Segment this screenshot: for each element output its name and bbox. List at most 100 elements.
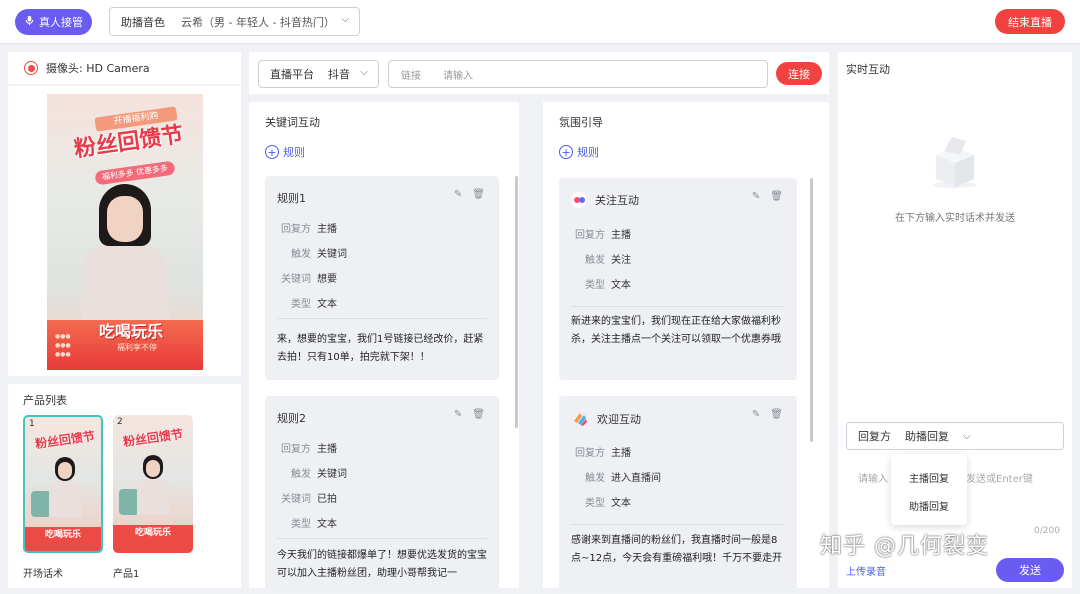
empty-box-icon: [926, 129, 984, 189]
product-label: 开场话术: [23, 569, 63, 580]
product-mini-title: 粉丝回馈节: [122, 426, 184, 450]
product-card[interactable]: 2 粉丝回馈节 吃喝玩乐: [113, 415, 193, 553]
preview-title: 粉丝回馈节: [72, 121, 185, 163]
dropdown-option[interactable]: 主播回复: [891, 470, 967, 485]
product-label: 产品1: [113, 569, 140, 580]
chevron-down-icon: ⌵: [341, 14, 349, 25]
field-value: 主播: [611, 230, 631, 241]
input-hint: 发送或Enter键: [966, 474, 1033, 485]
trash-icon[interactable]: 🗑: [770, 409, 783, 420]
input-placeholder[interactable]: 请输入: [858, 470, 888, 485]
field-key: 关键词: [281, 494, 311, 505]
add-rule-label: 规则: [283, 146, 305, 159]
reply-label: 回复方: [858, 430, 891, 443]
takeover-label: 真人接管: [39, 16, 83, 29]
edit-icon[interactable]: ✎: [454, 189, 462, 200]
dropdown-option[interactable]: 助播回复: [891, 498, 967, 513]
device-image: [31, 491, 51, 517]
add-atmosphere-rule-button[interactable]: + 规则: [559, 144, 599, 160]
reply-dropdown-menu: 主播回复 助播回复: [891, 454, 967, 525]
field-value: 关注: [611, 255, 631, 266]
product-list-title: 产品列表: [23, 394, 67, 407]
edit-icon[interactable]: ✎: [454, 409, 462, 420]
reply-party-select[interactable]: 回复方 助播回复 ⌵: [846, 422, 1064, 450]
preview-strip-title: 吃喝玩乐: [99, 322, 164, 341]
rule-text: 新进来的宝宝们，我们现在正在给大家做福利秒杀，关注主播点一个关注可以领取一个优惠…: [571, 316, 781, 345]
chevron-down-icon: ⌵: [360, 67, 368, 78]
field-value: 主播: [317, 444, 337, 455]
add-rule-label: 规则: [577, 146, 599, 159]
upload-recording-link[interactable]: 上传录音: [846, 563, 886, 578]
edit-icon[interactable]: ✎: [752, 409, 760, 420]
camera-label: 摄像头: HD Camera: [46, 62, 150, 75]
rule-card[interactable]: 关注互动 ✎ 🗑 回复方 主播 触发 关注 类型 文本 新进来的宝宝们，我们现在正在给大…: [559, 178, 797, 380]
rule-card[interactable]: 规则2 ✎ 🗑 回复方 主播 触发 关键词 关键词 已拍 类型 文本 今天我们的链接都爆单…: [265, 396, 499, 588]
voice-label: 助播音色: [121, 15, 165, 29]
field-value: 文本: [611, 280, 631, 291]
field-value: 文本: [611, 498, 631, 509]
voice-select[interactable]: 助播音色 云希（男 - 年轻人 - 抖音热门） ⌵: [109, 7, 360, 36]
field-key: 类型: [291, 519, 311, 530]
field-key: 类型: [585, 498, 605, 509]
scrollbar[interactable]: [515, 176, 518, 428]
empty-state-text: 在下方输入实时话术并发送: [895, 213, 1015, 224]
platform-select[interactable]: 直播平台 抖音 ⌵: [258, 60, 379, 88]
realtime-title: 实时互动: [846, 63, 890, 76]
camera-panel: 开播福利购 粉丝回馈节 福利多多 优惠多多 ●●● ●●● ●●● 吃喝玩乐 福利享…: [8, 86, 241, 376]
plus-icon: +: [559, 145, 573, 159]
rule-name: 规则2: [277, 412, 306, 425]
platform-value: 抖音: [328, 68, 350, 81]
field-key: 关键词: [281, 274, 311, 285]
link-input[interactable]: 链接 请输入: [388, 60, 768, 88]
field-value: 关键词: [317, 469, 347, 480]
connect-button[interactable]: 连接: [776, 62, 822, 85]
field-key: 类型: [291, 299, 311, 310]
product-index: 1: [29, 419, 35, 429]
product-card[interactable]: 1 粉丝回馈节 吃喝玩乐: [23, 415, 103, 553]
rule-name: 欢迎互动: [597, 413, 641, 426]
field-value: 已拍: [317, 494, 337, 505]
add-keyword-rule-button[interactable]: + 规则: [265, 144, 305, 160]
end-live-button[interactable]: 结束直播: [995, 9, 1065, 34]
record-icon[interactable]: [24, 61, 38, 75]
field-key: 触发: [291, 249, 311, 260]
product-index: 2: [117, 417, 123, 427]
rule-card[interactable]: 规则1 ✎ 🗑 回复方 主播 触发 关键词 关键词 想要 类型 文本 来，想要的宝宝，我们…: [265, 176, 499, 380]
field-key: 回复方: [281, 444, 311, 455]
product-mini-strip: 吃喝玩乐: [25, 527, 101, 551]
rule-card[interactable]: 欢迎互动 ✎ 🗑 回复方 主播 触发 进入直播间 类型 文本 感谢来到直播间的粉丝们，我…: [559, 396, 797, 588]
field-value: 关键词: [317, 249, 347, 260]
field-value: 文本: [317, 519, 337, 530]
plus-icon: +: [265, 145, 279, 159]
trash-icon[interactable]: 🗑: [472, 409, 485, 420]
reply-value: 助播回复: [905, 430, 949, 443]
field-key: 类型: [585, 280, 605, 291]
field-value: 想要: [317, 274, 337, 285]
field-key: 触发: [291, 469, 311, 480]
field-value: 文本: [317, 299, 337, 310]
rule-text: 今天我们的链接都爆单了！想要优选发货的宝宝可以加入主播粉丝团，助理小哥帮我记一: [277, 550, 487, 579]
preview-strip: ●●● ●●● ●●● 吃喝玩乐 福利享不停: [47, 320, 203, 370]
send-button[interactable]: 发送: [996, 558, 1064, 582]
field-value: 主播: [317, 224, 337, 235]
takeover-button[interactable]: 真人接管: [15, 9, 92, 35]
trash-icon[interactable]: 🗑: [770, 191, 783, 202]
connection-toolbar: 直播平台 抖音 ⌵ 链接 请输入 连接: [249, 52, 829, 94]
field-value: 主播: [611, 448, 631, 459]
rule-text: 感谢来到直播间的粉丝们，我直播时间一般是8点~12点，今天会有重磅福利哦！千万不…: [571, 535, 783, 564]
scrollbar[interactable]: [810, 178, 813, 442]
platform-label: 直播平台: [270, 68, 314, 81]
keyword-title: 关键词互动: [265, 116, 320, 129]
realtime-panel: 实时互动 在下方输入实时话术并发送 回复方 助播回复 ⌵ 请输入 发送或Ente…: [838, 52, 1072, 588]
product-list-panel: 产品列表 1 粉丝回馈节 吃喝玩乐 2 粉丝回馈节 吃喝玩乐 开场话术 产品1: [8, 384, 241, 588]
field-key: 回复方: [281, 224, 311, 235]
presenter-thumbnail: [49, 457, 81, 517]
device-image: [119, 489, 139, 515]
rule-text: 来，想要的宝宝，我们1号链接已经改价，赶紧去拍！只有10单，拍完就下架！！: [277, 334, 484, 363]
keyword-interaction-panel: 关键词互动 + 规则 规则1 ✎ 🗑 回复方 主播 触发 关键词 关键词 想要 类型 文本…: [249, 102, 519, 588]
follow-icon: [571, 192, 587, 208]
watermark: 知乎 @几何裂变: [820, 534, 989, 559]
trash-icon[interactable]: 🗑: [472, 189, 485, 200]
edit-icon[interactable]: ✎: [752, 191, 760, 202]
top-bar: 真人接管 助播音色 云希（男 - 年轻人 - 抖音热门） ⌵ 结束直播: [0, 0, 1080, 44]
